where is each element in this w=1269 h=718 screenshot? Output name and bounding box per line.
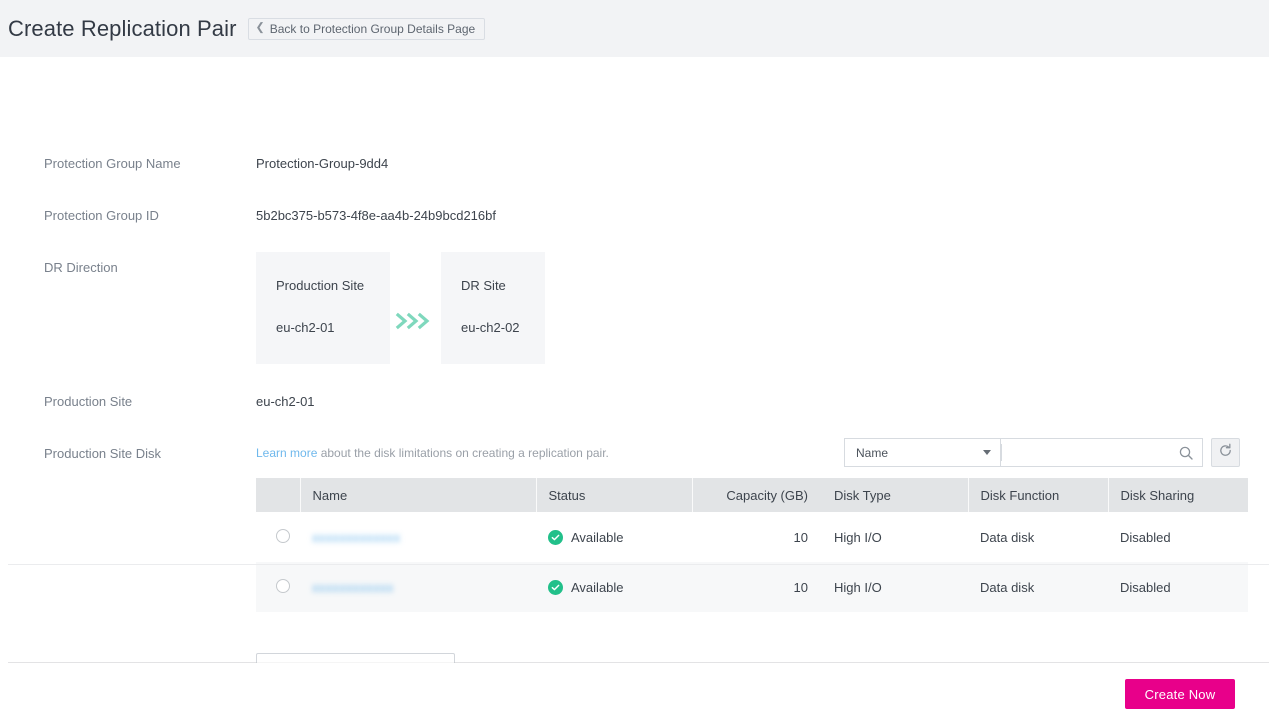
row-name-cell: xxxxxxxxxxxx bbox=[300, 562, 536, 612]
table-row[interactable]: xxxxxxxxxxxxx Available 10 High I/O Data… bbox=[256, 512, 1248, 562]
production-site-disk-table: Name Status Capacity (GB) Disk Type Disk… bbox=[256, 478, 1248, 612]
dr-direction-label: DR Direction bbox=[44, 260, 118, 275]
create-now-button[interactable]: Create Now bbox=[1125, 679, 1235, 709]
row-disk-function-cell: Data disk bbox=[968, 562, 1108, 612]
table-header-row: Name Status Capacity (GB) Disk Type Disk… bbox=[256, 478, 1248, 512]
page-title: Create Replication Pair bbox=[8, 15, 237, 41]
search-field-selected-label: Name bbox=[856, 445, 889, 460]
back-to-protection-group-button[interactable]: ❮ Back to Protection Group Details Page bbox=[247, 17, 486, 40]
row-select-cell bbox=[256, 512, 300, 562]
column-header-name: Name bbox=[300, 478, 537, 512]
disk-search-toolbar: Name bbox=[844, 438, 1240, 467]
row-disk-function-cell: Data disk bbox=[968, 512, 1108, 562]
dr-site-box-name: eu-ch2-02 bbox=[461, 320, 520, 335]
row-capacity-cell: 10 bbox=[692, 562, 822, 612]
disk-name-link[interactable]: xxxxxxxxxxxx bbox=[312, 580, 394, 595]
production-site-value: eu-ch2-01 bbox=[256, 394, 315, 409]
create-replication-pair-page: Create Replication Pair ❮ Back to Protec… bbox=[0, 0, 1269, 718]
refresh-button[interactable] bbox=[1211, 438, 1240, 467]
protection-group-id-label: Protection Group ID bbox=[44, 208, 159, 223]
row-status-text: Available bbox=[571, 529, 624, 545]
triple-chevron-right-icon bbox=[394, 310, 438, 332]
production-site-box-title: Production Site bbox=[276, 278, 365, 293]
protection-group-id-value: 5b2bc375-b573-4f8e-aa4b-24b9bcd216bf bbox=[256, 208, 496, 223]
refresh-icon bbox=[1218, 443, 1233, 463]
row-disk-sharing-cell: Disabled bbox=[1108, 512, 1248, 562]
row-disk-type-cell: High I/O bbox=[822, 562, 968, 612]
row-radio-button[interactable] bbox=[276, 528, 290, 543]
dr-site-box: DR Site eu-ch2-02 bbox=[441, 252, 545, 364]
row-status-cell: Available bbox=[536, 562, 692, 612]
main-content-card: Protection Group Name Protection-Group-9… bbox=[8, 57, 1269, 685]
row-status-text: Available bbox=[571, 579, 624, 595]
chevron-down-icon bbox=[983, 450, 991, 455]
section-divider bbox=[8, 564, 1269, 565]
chevron-left-icon: ❮ bbox=[255, 21, 265, 34]
check-circle-icon bbox=[548, 529, 563, 545]
row-select-cell bbox=[256, 562, 300, 612]
check-circle-icon bbox=[548, 579, 563, 595]
row-disk-sharing-cell: Disabled bbox=[1108, 562, 1248, 612]
row-capacity-cell: 10 bbox=[692, 512, 822, 562]
column-header-capacity: Capacity (GB) bbox=[692, 478, 822, 512]
disk-name-link[interactable]: xxxxxxxxxxxxx bbox=[312, 530, 400, 545]
search-icon[interactable] bbox=[1178, 445, 1194, 461]
production-site-disk-label: Production Site Disk bbox=[44, 446, 162, 461]
page-header: Create Replication Pair ❮ Back to Protec… bbox=[0, 0, 1269, 57]
column-header-status: Status bbox=[536, 478, 693, 512]
row-status-cell: Available bbox=[536, 512, 692, 562]
production-site-box-name: eu-ch2-01 bbox=[276, 320, 335, 335]
row-name-cell: xxxxxxxxxxxxx bbox=[300, 512, 536, 562]
production-site-box: Production Site eu-ch2-01 bbox=[256, 252, 390, 364]
search-input[interactable] bbox=[1001, 445, 1178, 460]
production-site-label: Production Site bbox=[44, 394, 133, 409]
page-footer bbox=[0, 663, 1269, 718]
column-header-disk-type: Disk Type bbox=[822, 478, 969, 512]
back-button-label: Back to Protection Group Details Page bbox=[269, 21, 476, 36]
table-row[interactable]: xxxxxxxxxxxx Available 10 High I/O Data … bbox=[256, 562, 1248, 612]
column-header-disk-sharing: Disk Sharing bbox=[1108, 478, 1248, 512]
row-radio-button[interactable] bbox=[276, 578, 290, 593]
dr-site-box-title: DR Site bbox=[461, 278, 506, 293]
column-header-select bbox=[256, 478, 301, 512]
search-field-select[interactable]: Name bbox=[844, 438, 1000, 467]
learn-more-link[interactable]: Learn more bbox=[256, 446, 317, 460]
disk-limitation-hint: Learn more about the disk limitations on… bbox=[256, 446, 609, 460]
disk-limitation-hint-text: about the disk limitations on creating a… bbox=[317, 446, 609, 460]
protection-group-name-value: Protection-Group-9dd4 bbox=[256, 156, 389, 171]
row-disk-type-cell: High I/O bbox=[822, 512, 968, 562]
search-input-wrapper bbox=[1000, 438, 1203, 467]
column-header-disk-function: Disk Function bbox=[968, 478, 1109, 512]
protection-group-name-label: Protection Group Name bbox=[44, 156, 181, 171]
